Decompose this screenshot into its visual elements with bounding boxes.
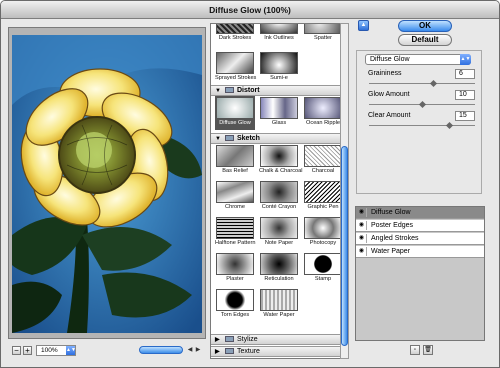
scroll-right-arrow-icon[interactable]: ▶ bbox=[194, 345, 202, 355]
graininess-label: Graininess bbox=[368, 70, 402, 77]
new-effect-layer-button[interactable]: ▫ bbox=[410, 345, 420, 355]
delete-effect-layer-button[interactable]: 🗑 bbox=[423, 345, 433, 355]
filter-thumb-dark-strokes[interactable]: Dark Strokes bbox=[215, 24, 255, 42]
stamp-thumb-icon bbox=[304, 253, 342, 275]
collapsed-triangle-icon: ▶ bbox=[215, 349, 220, 355]
eye-icon[interactable]: ◉ bbox=[357, 208, 367, 217]
conte-crayon-thumb-icon bbox=[260, 181, 298, 203]
effect-layer[interactable]: ◉ Water Paper bbox=[356, 246, 484, 258]
charcoal-thumb-icon bbox=[304, 145, 342, 167]
filter-thumb-chalk-charcoal[interactable]: Chalk & Charcoal bbox=[259, 145, 303, 175]
filter-select[interactable]: Diffuse Glow ▲▼ bbox=[365, 54, 471, 65]
spatter-thumb-icon bbox=[304, 24, 342, 34]
chrome-thumb-icon bbox=[216, 181, 254, 203]
filter-thumb-stamp[interactable]: Stamp bbox=[303, 253, 343, 283]
clear-amount-label: Clear Amount bbox=[368, 112, 411, 119]
category-stylize[interactable]: ▶ Stylize bbox=[211, 334, 341, 345]
category-distort[interactable]: ▼ Distort bbox=[211, 85, 341, 96]
filter-thumb-ink-outlines[interactable]: Ink Outlines bbox=[259, 24, 299, 42]
sprayed-strokes-thumb-icon bbox=[216, 52, 254, 74]
filter-thumb-note-paper[interactable]: Note Paper bbox=[259, 217, 299, 247]
note-paper-thumb-icon bbox=[260, 217, 298, 239]
collapse-gallery-button[interactable]: ▲ bbox=[358, 20, 369, 31]
filter-thumb-water-paper[interactable]: Water Paper bbox=[259, 289, 299, 319]
filter-thumb-reticulation[interactable]: Reticulation bbox=[259, 253, 299, 283]
horizontal-scroll-thumb[interactable] bbox=[139, 346, 183, 354]
effect-layer[interactable]: ◉ Diffuse Glow bbox=[356, 207, 484, 219]
effect-layer[interactable]: ◉ Poster Edges bbox=[356, 220, 484, 232]
zoom-chevron-icon: ▲▼ bbox=[66, 346, 76, 355]
gallery-vertical-scrollbar[interactable] bbox=[340, 23, 349, 359]
preview-statusbar: − + 100% ▲▼ ◀ ▶ bbox=[8, 342, 206, 358]
window-title: Diffuse Glow (100%) bbox=[1, 1, 499, 19]
plaster-thumb-icon bbox=[216, 253, 254, 275]
eye-icon[interactable]: ◉ bbox=[357, 247, 367, 256]
filter-thumb-diffuse-glow[interactable]: Diffuse Glow bbox=[215, 96, 255, 130]
glow-amount-label: Glow Amount bbox=[368, 91, 410, 98]
filter-thumb-bas-relief[interactable]: Bas Relief bbox=[215, 145, 255, 175]
gallery-scroll-thumb[interactable] bbox=[341, 146, 348, 346]
graininess-field[interactable]: 6 bbox=[455, 69, 475, 79]
folder-icon bbox=[225, 336, 234, 342]
bas-relief-thumb-icon bbox=[216, 145, 254, 167]
torn-edges-thumb-icon bbox=[216, 289, 254, 311]
glass-thumb-icon bbox=[260, 97, 298, 119]
filter-thumb-conte-crayon[interactable]: Conté Crayon bbox=[259, 181, 299, 211]
photocopy-thumb-icon bbox=[304, 217, 342, 239]
diffuse-glow-thumb-icon bbox=[216, 97, 254, 119]
effect-layer[interactable]: ◉ Angled Strokes bbox=[356, 233, 484, 245]
reticulation-thumb-icon bbox=[260, 253, 298, 275]
eye-icon[interactable]: ◉ bbox=[357, 221, 367, 230]
glow-amount-field[interactable]: 10 bbox=[455, 90, 475, 100]
zoom-out-button[interactable]: − bbox=[12, 346, 21, 355]
clear-amount-slider[interactable] bbox=[369, 125, 475, 126]
zoom-in-button[interactable]: + bbox=[23, 346, 32, 355]
filter-thumb-charcoal[interactable]: Charcoal bbox=[303, 145, 343, 175]
filter-gallery-window: Diffuse Glow (100%) − + 100% ▲▼ ◀ ▶ Dark… bbox=[0, 0, 500, 368]
water-paper-thumb-icon bbox=[260, 289, 298, 311]
halftone-pattern-thumb-icon bbox=[216, 217, 254, 239]
graphic-pen-thumb-icon bbox=[304, 181, 342, 203]
graininess-slider[interactable] bbox=[369, 83, 475, 84]
ocean-ripple-thumb-icon bbox=[304, 97, 342, 119]
sunflower-preview-image bbox=[12, 35, 202, 333]
expanded-triangle-icon: ▼ bbox=[215, 88, 221, 94]
zoom-select[interactable]: 100% ▲▼ bbox=[36, 345, 76, 356]
scroll-left-arrow-icon[interactable]: ◀ bbox=[186, 345, 194, 355]
filter-select-value: Diffuse Glow bbox=[370, 56, 410, 63]
filter-thumb-chrome[interactable]: Chrome bbox=[215, 181, 255, 211]
folder-icon bbox=[225, 87, 234, 93]
eye-icon[interactable]: ◉ bbox=[357, 234, 367, 243]
ok-button[interactable]: OK bbox=[398, 20, 452, 32]
filter-thumb-graphic-pen[interactable]: Graphic Pen bbox=[303, 181, 343, 211]
category-sketch[interactable]: ▼ Sketch bbox=[211, 133, 341, 144]
expanded-triangle-icon: ▼ bbox=[215, 136, 221, 142]
dark-strokes-thumb-icon bbox=[216, 24, 254, 34]
select-chevron-icon: ▲▼ bbox=[460, 54, 471, 65]
filter-thumb-torn-edges[interactable]: Torn Edges bbox=[215, 289, 255, 319]
filter-thumb-glass[interactable]: Glass bbox=[259, 97, 299, 127]
default-button[interactable]: Default bbox=[398, 34, 452, 46]
image-preview[interactable] bbox=[8, 27, 206, 339]
zoom-value: 100% bbox=[41, 347, 58, 354]
chalk-charcoal-thumb-icon bbox=[260, 145, 298, 167]
ink-outlines-thumb-icon bbox=[260, 24, 298, 34]
effect-layers-panel: ◉ Diffuse Glow ◉ Poster Edges ◉ Angled S… bbox=[355, 206, 485, 341]
filter-thumb-spatter[interactable]: Spatter bbox=[303, 24, 343, 42]
collapsed-triangle-icon: ▶ bbox=[215, 337, 220, 343]
filter-thumb-sprayed-strokes[interactable]: Sprayed Strokes bbox=[215, 52, 256, 82]
folder-icon bbox=[225, 348, 234, 354]
filter-thumb-photocopy[interactable]: Photocopy bbox=[303, 217, 343, 247]
sumi-e-thumb-icon bbox=[260, 52, 298, 74]
filter-thumb-ocean-ripple[interactable]: Ocean Ripple bbox=[303, 97, 343, 127]
filter-thumb-plaster[interactable]: Plaster bbox=[215, 253, 255, 283]
filter-gallery: Dark Strokes Ink Outlines Spatter Spraye… bbox=[210, 23, 348, 359]
filter-thumb-sumi-e[interactable]: Sumi-e bbox=[259, 52, 299, 82]
category-texture[interactable]: ▶ Texture bbox=[211, 346, 341, 357]
clear-amount-field[interactable]: 15 bbox=[455, 111, 475, 121]
folder-icon bbox=[225, 135, 234, 141]
filter-thumb-halftone-pattern[interactable]: Halftone Pattern bbox=[215, 217, 255, 247]
